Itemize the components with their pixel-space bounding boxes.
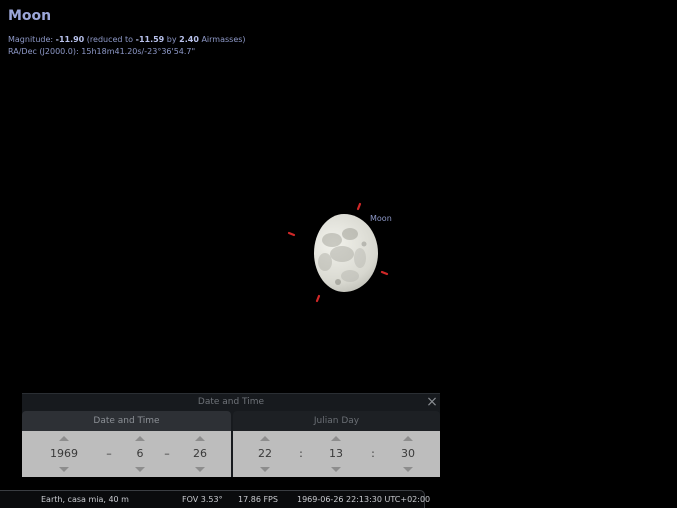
- minute-spinbox[interactable]: 13: [316, 431, 356, 477]
- moon-label: Moon: [370, 214, 392, 223]
- fov-readout: FOV 3.53°: [182, 495, 223, 504]
- chevron-down-icon[interactable]: [135, 467, 145, 472]
- chevron-down-icon[interactable]: [260, 467, 270, 472]
- date-panel: 1969 – 6 – 26: [22, 431, 231, 477]
- reduced-magnitude: -11.59: [135, 35, 165, 44]
- month-value[interactable]: 6: [120, 444, 160, 464]
- chevron-up-icon[interactable]: [331, 436, 341, 441]
- datetime-readout[interactable]: 1969-06-26 22:13:30 UTC+02:00: [297, 491, 430, 508]
- close-icon[interactable]: ×: [426, 395, 438, 409]
- chevron-up-icon[interactable]: [195, 436, 205, 441]
- radec-line: RA/Dec (J2000.0): 15h18m41.20s/-23°36'54…: [8, 47, 196, 56]
- airmasses-suffix: Airmasses): [198, 35, 246, 44]
- hour-value[interactable]: 22: [245, 444, 285, 464]
- year-spinbox[interactable]: 1969: [44, 431, 84, 477]
- reduced-prefix: (reduced to: [84, 35, 136, 44]
- date-separator: –: [164, 447, 170, 460]
- location-readout[interactable]: Earth, casa mia, 40 m: [41, 491, 129, 508]
- chevron-up-icon[interactable]: [403, 436, 413, 441]
- status-bar: Earth, casa mia, 40 m FOV 3.53° 17.86 FP…: [0, 490, 430, 508]
- dialog-title: Date and Time: [197, 397, 265, 407]
- second-value[interactable]: 30: [388, 444, 428, 464]
- chevron-up-icon[interactable]: [260, 436, 270, 441]
- fps-readout: 17.86 FPS: [238, 495, 278, 504]
- time-separator: :: [299, 447, 303, 460]
- chevron-down-icon[interactable]: [195, 467, 205, 472]
- second-spinbox[interactable]: 30: [388, 431, 428, 477]
- chevron-up-icon[interactable]: [135, 436, 145, 441]
- airmasses-value: 2.40: [179, 35, 199, 44]
- day-spinbox[interactable]: 26: [180, 431, 220, 477]
- month-spinbox[interactable]: 6: [120, 431, 160, 477]
- magnitude-prefix: Magnitude:: [8, 35, 56, 44]
- hour-spinbox[interactable]: 22: [245, 431, 285, 477]
- chevron-down-icon[interactable]: [403, 467, 413, 472]
- tab-julian-day[interactable]: Julian Day: [233, 411, 440, 431]
- chevron-up-icon[interactable]: [59, 436, 69, 441]
- object-name: Moon: [8, 8, 52, 24]
- date-time-dialog: Date and Time × Date and Time Julian Day…: [22, 393, 440, 477]
- day-value[interactable]: 26: [180, 444, 220, 464]
- minute-value[interactable]: 13: [316, 444, 356, 464]
- magnitude-line: Magnitude: -11.90 (reduced to -11.59 by …: [8, 35, 246, 44]
- date-separator: –: [106, 447, 112, 460]
- tab-date-and-time[interactable]: Date and Time: [22, 411, 231, 431]
- time-panel: 22 : 13 : 30: [233, 431, 440, 477]
- chevron-down-icon[interactable]: [59, 467, 69, 472]
- chevron-down-icon[interactable]: [331, 467, 341, 472]
- by-text: by: [164, 35, 180, 44]
- time-separator: :: [371, 447, 375, 460]
- sky-view[interactable]: Moon Magnitude: -11.90 (reduced to -11.5…: [0, 0, 677, 508]
- magnitude-value: -11.90: [55, 35, 85, 44]
- year-value[interactable]: 1969: [44, 444, 84, 464]
